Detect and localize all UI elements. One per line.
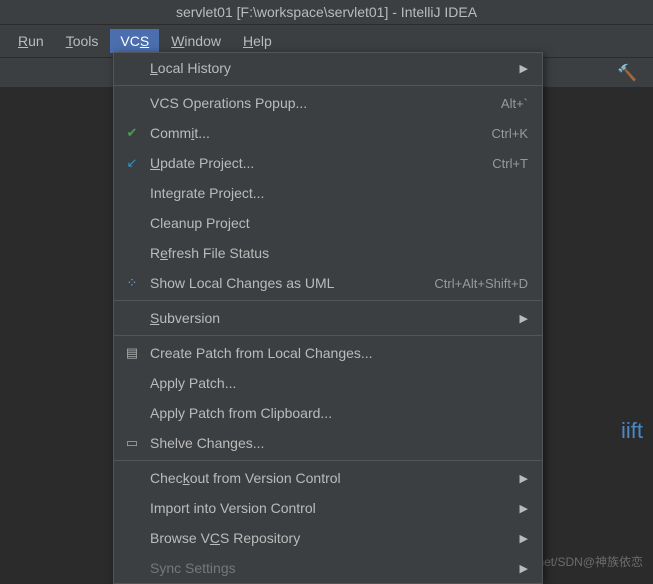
menu-sync-settings: Sync Settings ▶ (114, 553, 542, 583)
cleanup-label: Cleanup Project (150, 215, 528, 231)
shelve-icon: ▭ (122, 435, 142, 451)
menu-local-history[interactable]: Local History ▶ (114, 53, 542, 83)
submenu-arrow-icon: ▶ (520, 502, 528, 515)
menu-commit[interactable]: ✔ Commit... Ctrl+K (114, 118, 542, 148)
submenu-arrow-icon: ▶ (520, 62, 528, 75)
menu-vcs[interactable]: VCS (110, 29, 159, 53)
menu-apply-patch-clipboard[interactable]: Apply Patch from Clipboard... (114, 398, 542, 428)
submenu-arrow-icon: ▶ (520, 562, 528, 575)
commit-shortcut: Ctrl+K (492, 126, 528, 141)
separator (114, 300, 542, 301)
create-patch-label: Create Patch from Local Changes... (150, 345, 528, 361)
menu-help-label: Help (243, 33, 272, 49)
menu-create-patch[interactable]: ▤ Create Patch from Local Changes... (114, 338, 542, 368)
menu-window-label: Window (171, 33, 221, 49)
checkout-label: Checkout from Version Control (150, 470, 510, 486)
vcs-ops-shortcut: Alt+` (501, 96, 528, 111)
menu-integrate-project[interactable]: Integrate Project... (114, 178, 542, 208)
patch-icon: ▤ (122, 345, 142, 361)
apply-patch-label: Apply Patch... (150, 375, 528, 391)
menu-refresh-status[interactable]: Refresh File Status (114, 238, 542, 268)
commit-label: Commit... (150, 125, 472, 141)
separator (114, 335, 542, 336)
vcs-ops-label: VCS Operations Popup... (150, 95, 481, 111)
browse-label: Browse VCS Repository (150, 530, 510, 546)
menu-cleanup-project[interactable]: Cleanup Project (114, 208, 542, 238)
menu-window[interactable]: Window (161, 29, 231, 53)
menu-import-vc[interactable]: Import into Version Control ▶ (114, 493, 542, 523)
sync-label: Sync Settings (150, 560, 510, 576)
menu-run-label: Run (18, 33, 44, 49)
update-label: Update Project... (150, 155, 472, 171)
update-arrow-icon: ↙ (122, 155, 142, 171)
submenu-arrow-icon: ▶ (520, 472, 528, 485)
apply-clip-label: Apply Patch from Clipboard... (150, 405, 528, 421)
menu-help[interactable]: Help (233, 29, 282, 53)
import-label: Import into Version Control (150, 500, 510, 516)
menu-show-uml[interactable]: ⁘ Show Local Changes as UML Ctrl+Alt+Shi… (114, 268, 542, 298)
menu-apply-patch[interactable]: Apply Patch... (114, 368, 542, 398)
show-uml-shortcut: Ctrl+Alt+Shift+D (434, 276, 528, 291)
menu-checkout-vc[interactable]: Checkout from Version Control ▶ (114, 463, 542, 493)
menu-vcs-label: VCS (120, 33, 149, 49)
shelve-label: Shelve Changes... (150, 435, 528, 451)
build-icon[interactable]: 🔨 (617, 63, 637, 83)
update-shortcut: Ctrl+T (492, 156, 528, 171)
menu-shelve-changes[interactable]: ▭ Shelve Changes... (114, 428, 542, 458)
menu-tools[interactable]: Tools (56, 29, 109, 53)
menu-vcs-operations[interactable]: VCS Operations Popup... Alt+` (114, 88, 542, 118)
local-history-label: Local History (150, 60, 510, 76)
separator (114, 85, 542, 86)
menu-subversion[interactable]: Subversion ▶ (114, 303, 542, 333)
submenu-arrow-icon: ▶ (520, 532, 528, 545)
bg-hint-text: iift (621, 418, 643, 444)
subversion-label: Subversion (150, 310, 510, 326)
vcs-dropdown-menu: Local History ▶ VCS Operations Popup... … (113, 52, 543, 584)
show-uml-label: Show Local Changes as UML (150, 275, 414, 291)
menu-run[interactable]: Run (8, 29, 54, 53)
menu-update-project[interactable]: ↙ Update Project... Ctrl+T (114, 148, 542, 178)
uml-icon: ⁘ (122, 275, 142, 291)
integrate-label: Integrate Project... (150, 185, 528, 201)
separator (114, 460, 542, 461)
menu-tools-label: Tools (66, 33, 99, 49)
refresh-label: Refresh File Status (150, 245, 528, 261)
checkmark-icon: ✔ (122, 125, 142, 141)
window-title: servlet01 [F:\workspace\servlet01] - Int… (0, 0, 653, 25)
submenu-arrow-icon: ▶ (520, 312, 528, 325)
menu-browse-repo[interactable]: Browse VCS Repository ▶ (114, 523, 542, 553)
